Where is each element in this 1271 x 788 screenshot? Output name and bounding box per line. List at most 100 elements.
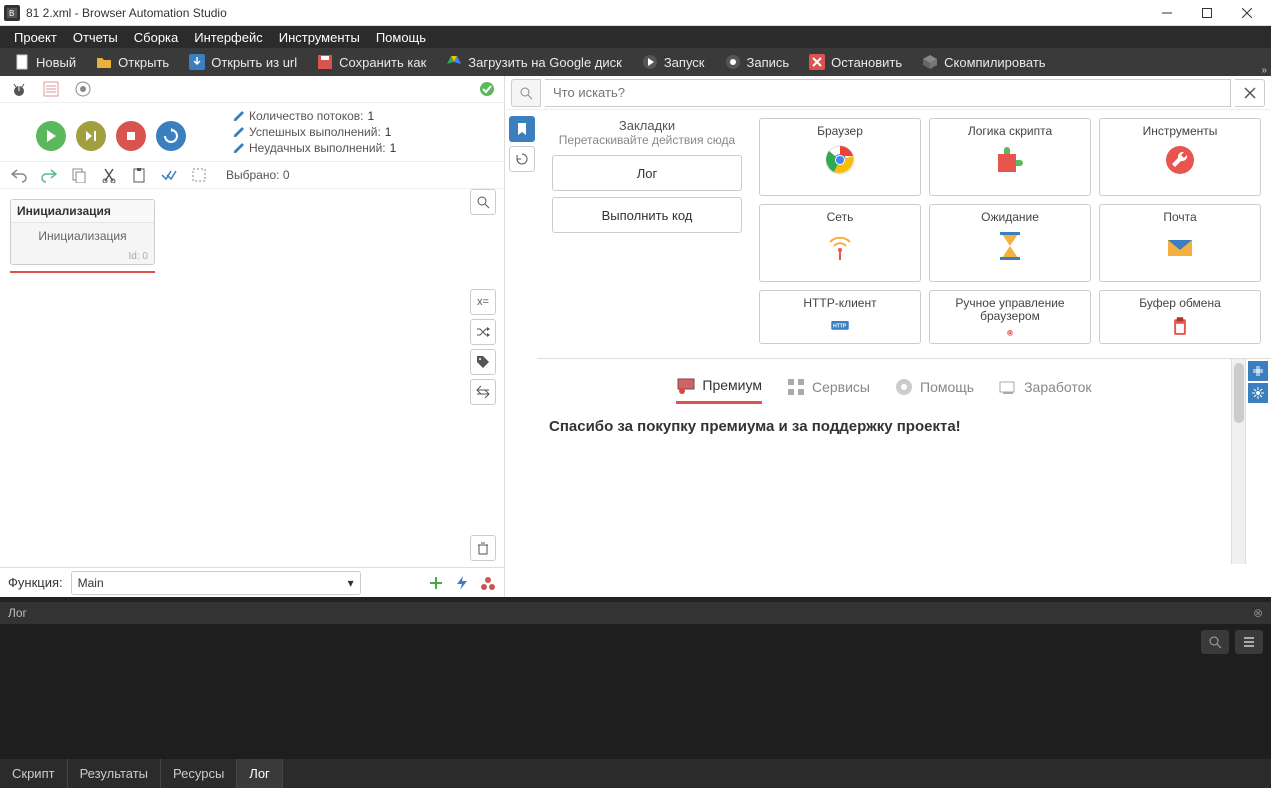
stat-threads: Количество потоков: 1 (233, 109, 496, 123)
log-header: Лог ⊗ (0, 602, 1271, 624)
app-icon: B (4, 5, 20, 21)
search-icon[interactable] (511, 79, 541, 107)
search-clear-button[interactable] (1235, 79, 1265, 107)
menu-help[interactable]: Помощь (368, 28, 434, 47)
module-manual-browser[interactable]: Ручное управление браузером (929, 290, 1091, 344)
toolbar-record[interactable]: Запись (717, 52, 798, 72)
module-clipboard[interactable]: Буфер обмена (1099, 290, 1261, 344)
expand-button[interactable] (470, 379, 496, 405)
menu-build[interactable]: Сборка (126, 28, 187, 47)
copy-icon[interactable] (68, 164, 90, 186)
module-wait[interactable]: Ожидание (929, 204, 1091, 282)
exec-code-button[interactable]: Выполнить код (552, 197, 742, 233)
module-script-logic[interactable]: Логика скрипта (929, 118, 1091, 196)
search-input[interactable] (545, 79, 1231, 107)
toolbar-run[interactable]: Запуск (634, 52, 713, 72)
function-select[interactable]: Main ▾ (71, 571, 361, 595)
paste-icon[interactable] (128, 164, 150, 186)
minimize-button[interactable] (1147, 2, 1187, 24)
redo-icon[interactable] (38, 164, 60, 186)
left-panel: Количество потоков: 1 Успешных выполнени… (0, 76, 505, 597)
add-function-icon[interactable] (428, 575, 444, 591)
help-tab[interactable]: Помощь (894, 371, 974, 403)
toolbar-save-as[interactable]: Сохранить как (309, 52, 434, 72)
variable-label: x= (477, 296, 489, 308)
variable-button[interactable]: x= (470, 289, 496, 315)
puzzle-icon (994, 144, 1026, 176)
toolbar-open-url[interactable]: Открыть из url (181, 52, 305, 72)
notes-icon[interactable] (40, 78, 62, 100)
module-browser[interactable]: Браузер (759, 118, 921, 196)
log-title: Лог (8, 606, 27, 620)
earn-tab[interactable]: Заработок (998, 371, 1091, 403)
module-tools[interactable]: Инструменты (1099, 118, 1261, 196)
block-underline (10, 271, 155, 273)
run-stop-button[interactable] (116, 121, 146, 151)
close-button[interactable] (1227, 2, 1267, 24)
tag-button[interactable] (470, 349, 496, 375)
cut-icon[interactable] (98, 164, 120, 186)
select-icon[interactable] (188, 164, 210, 186)
toolbar-record-label: Запись (747, 55, 790, 70)
toolbar-google-drive[interactable]: Загрузить на Google диск (438, 52, 630, 72)
services-tab[interactable]: Сервисы (786, 371, 870, 403)
tab-log[interactable]: Лог (237, 759, 283, 788)
toolbar-compile[interactable]: Скомпилировать (914, 52, 1053, 72)
services-tab-label: Сервисы (812, 379, 870, 395)
module-network[interactable]: Сеть (759, 204, 921, 282)
premium-tab[interactable]: Премиум (676, 369, 762, 404)
premium-thanks: Спасибо за покупку премиума и за поддерж… (549, 418, 1219, 435)
selected-label: Выбрано: 0 (226, 168, 290, 182)
tab-resources[interactable]: Ресурсы (161, 759, 237, 788)
history-tab-icon[interactable] (509, 146, 535, 172)
log-menu-button[interactable] (1235, 630, 1263, 654)
maximize-button[interactable] (1187, 2, 1227, 24)
log-body (0, 624, 1271, 759)
check-all-icon[interactable] (158, 164, 180, 186)
module-http-client[interactable]: HTTP-клиент HTTP (759, 290, 921, 344)
menu-project[interactable]: Проект (6, 28, 65, 47)
run-step-button[interactable] (76, 121, 106, 151)
log-button[interactable]: Лог (552, 155, 742, 191)
record-mode-icon[interactable] (72, 78, 94, 100)
shuffle-button[interactable] (470, 319, 496, 345)
premium-scrollbar[interactable] (1231, 359, 1245, 564)
run-restart-button[interactable] (156, 121, 186, 151)
canvas[interactable]: x= Инициализация Инициализация Id: 0 (0, 189, 504, 567)
log-search-button[interactable] (1201, 630, 1229, 654)
log-close-icon[interactable]: ⊗ (1253, 606, 1263, 620)
toolbar-open[interactable]: Открыть (88, 52, 177, 72)
menu-interface[interactable]: Интерфейс (186, 28, 270, 47)
run-play-button[interactable] (36, 121, 66, 151)
toolbar-new[interactable]: Новый (6, 52, 84, 72)
debug-icon[interactable] (8, 78, 30, 100)
chevron-down-icon: ▾ (348, 576, 354, 590)
toolbar-more-icon[interactable]: » (1261, 65, 1267, 76)
wifi-icon (824, 230, 856, 262)
undo-icon[interactable] (8, 164, 30, 186)
block-id: Id: 0 (11, 249, 154, 264)
toolbar-google-label: Загрузить на Google диск (468, 55, 622, 70)
menu-reports[interactable]: Отчеты (65, 28, 126, 47)
canvas-search-button[interactable] (470, 189, 496, 215)
expand-panel-icon[interactable] (1248, 361, 1268, 381)
modules-icon[interactable] (480, 575, 496, 591)
settings-panel-icon[interactable] (1248, 383, 1268, 403)
module-script-logic-label: Логика скрипта (968, 125, 1052, 138)
module-mail[interactable]: Почта (1099, 204, 1261, 282)
tab-script[interactable]: Скрипт (0, 759, 68, 788)
titlebar: B 81 2.xml - Browser Automation Studio (0, 0, 1271, 26)
bolt-icon[interactable] (454, 575, 470, 591)
menu-tools[interactable]: Инструменты (271, 28, 368, 47)
premium-tab-label: Премиум (702, 377, 762, 393)
menubar: Проект Отчеты Сборка Интерфейс Инструмен… (0, 26, 1271, 48)
block-body: Инициализация (11, 223, 154, 249)
toolbar-run-label: Запуск (664, 55, 705, 70)
trash-button[interactable] (470, 535, 496, 561)
power-icon (998, 329, 1022, 337)
init-block[interactable]: Инициализация Инициализация Id: 0 (10, 199, 155, 265)
tab-results[interactable]: Результаты (68, 759, 161, 788)
bookmark-tab-icon[interactable] (509, 116, 535, 142)
svg-text:B: B (9, 9, 14, 18)
toolbar-stop[interactable]: Остановить (801, 52, 910, 72)
